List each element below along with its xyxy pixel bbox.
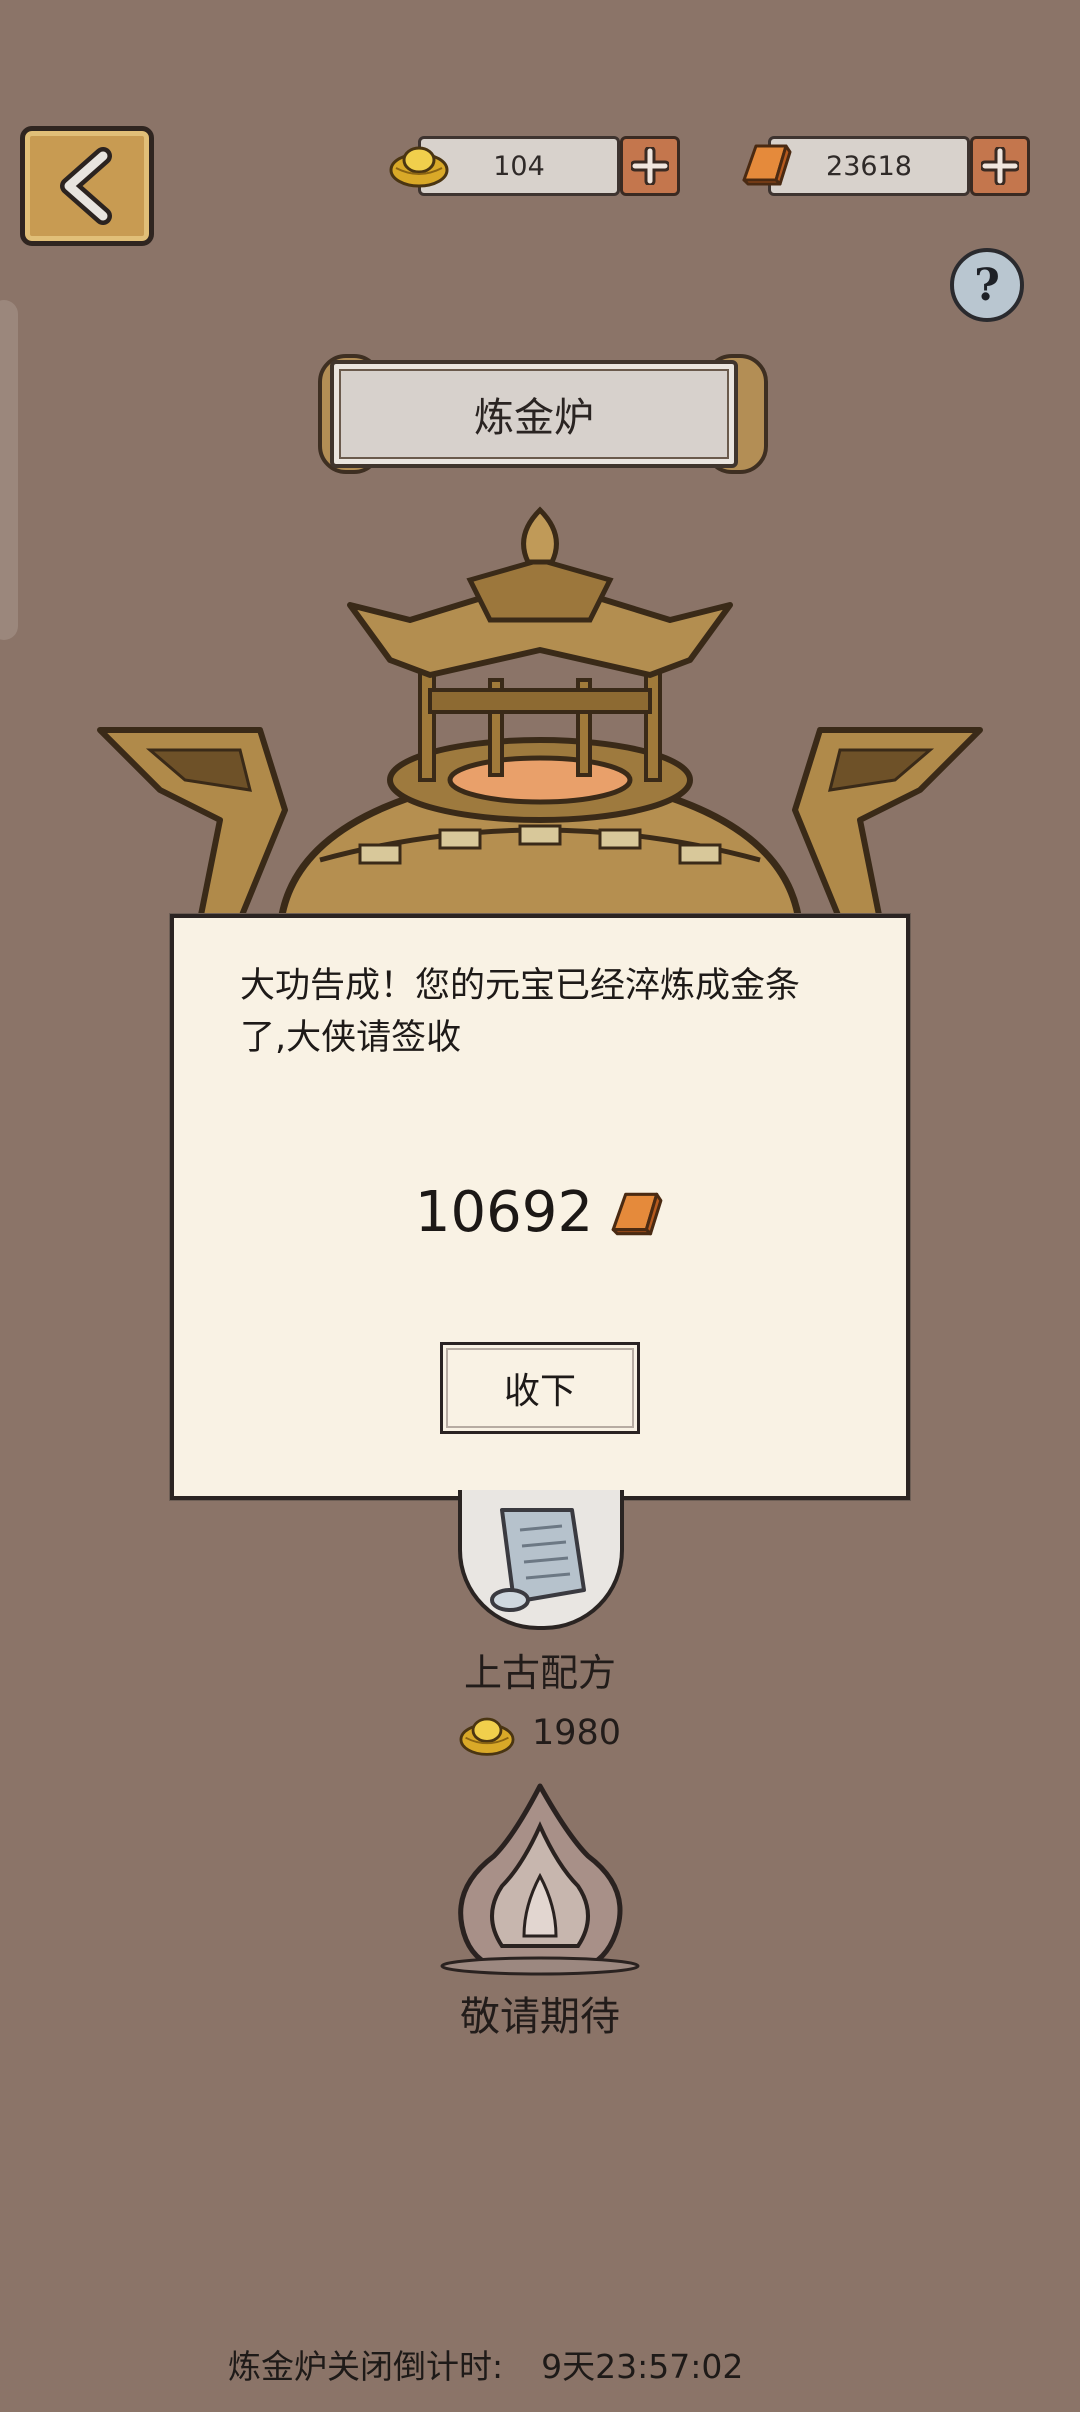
page-title: 炼金炉 (330, 360, 738, 468)
coming-soon-label: 敬请期待 (460, 1994, 620, 2040)
help-button[interactable]: ? (950, 248, 1024, 322)
gold-bar-icon (742, 144, 792, 186)
gold-ingot-icon (459, 1717, 515, 1756)
alchemy-furnace-icon (97, 506, 983, 930)
recipe-button[interactable] (458, 1490, 624, 1630)
countdown: 炼金炉关闭倒计时: 9天23:57:02 (228, 2334, 743, 2394)
side-drawer-tab[interactable] (0, 300, 18, 640)
scroll-icon (490, 1508, 586, 1612)
result-dialog: 大功告成！您的元宝已经淬炼成金条了,大侠请签收 10692 收下 (170, 914, 910, 1500)
question-mark-icon: ? (974, 259, 1000, 311)
gold-bar-currency: 23618 (738, 136, 1032, 196)
recipe-label: 上古配方 (463, 1651, 616, 1695)
flame-icon (440, 1783, 640, 1976)
plus-icon (631, 147, 669, 185)
recipe-cost-row: 1980 (456, 1706, 621, 1760)
chevron-left-icon (60, 147, 112, 225)
add-gold-bar-button[interactable] (970, 136, 1030, 196)
collect-button[interactable]: 收下 (440, 1342, 640, 1434)
plus-icon (981, 147, 1019, 185)
reward-amount: 10692 (414, 1180, 594, 1245)
countdown-label: 炼金炉关闭倒计时: (228, 2347, 504, 2386)
add-ingot-button[interactable] (620, 136, 680, 196)
gold-bar-count: 23618 (768, 136, 970, 196)
countdown-value: 9天23:57:02 (541, 2347, 744, 2386)
dialog-message: 大功告成！您的元宝已经淬炼成金条了,大侠请签收 (240, 966, 801, 1058)
recipe-cost: 1980 (532, 1713, 622, 1753)
gold-bar-icon (611, 1192, 663, 1235)
back-button[interactable] (20, 126, 154, 246)
ingot-currency: 104 (388, 136, 682, 196)
gold-ingot-icon (389, 146, 449, 188)
reward-amount-row: 10692 (174, 1180, 906, 1245)
